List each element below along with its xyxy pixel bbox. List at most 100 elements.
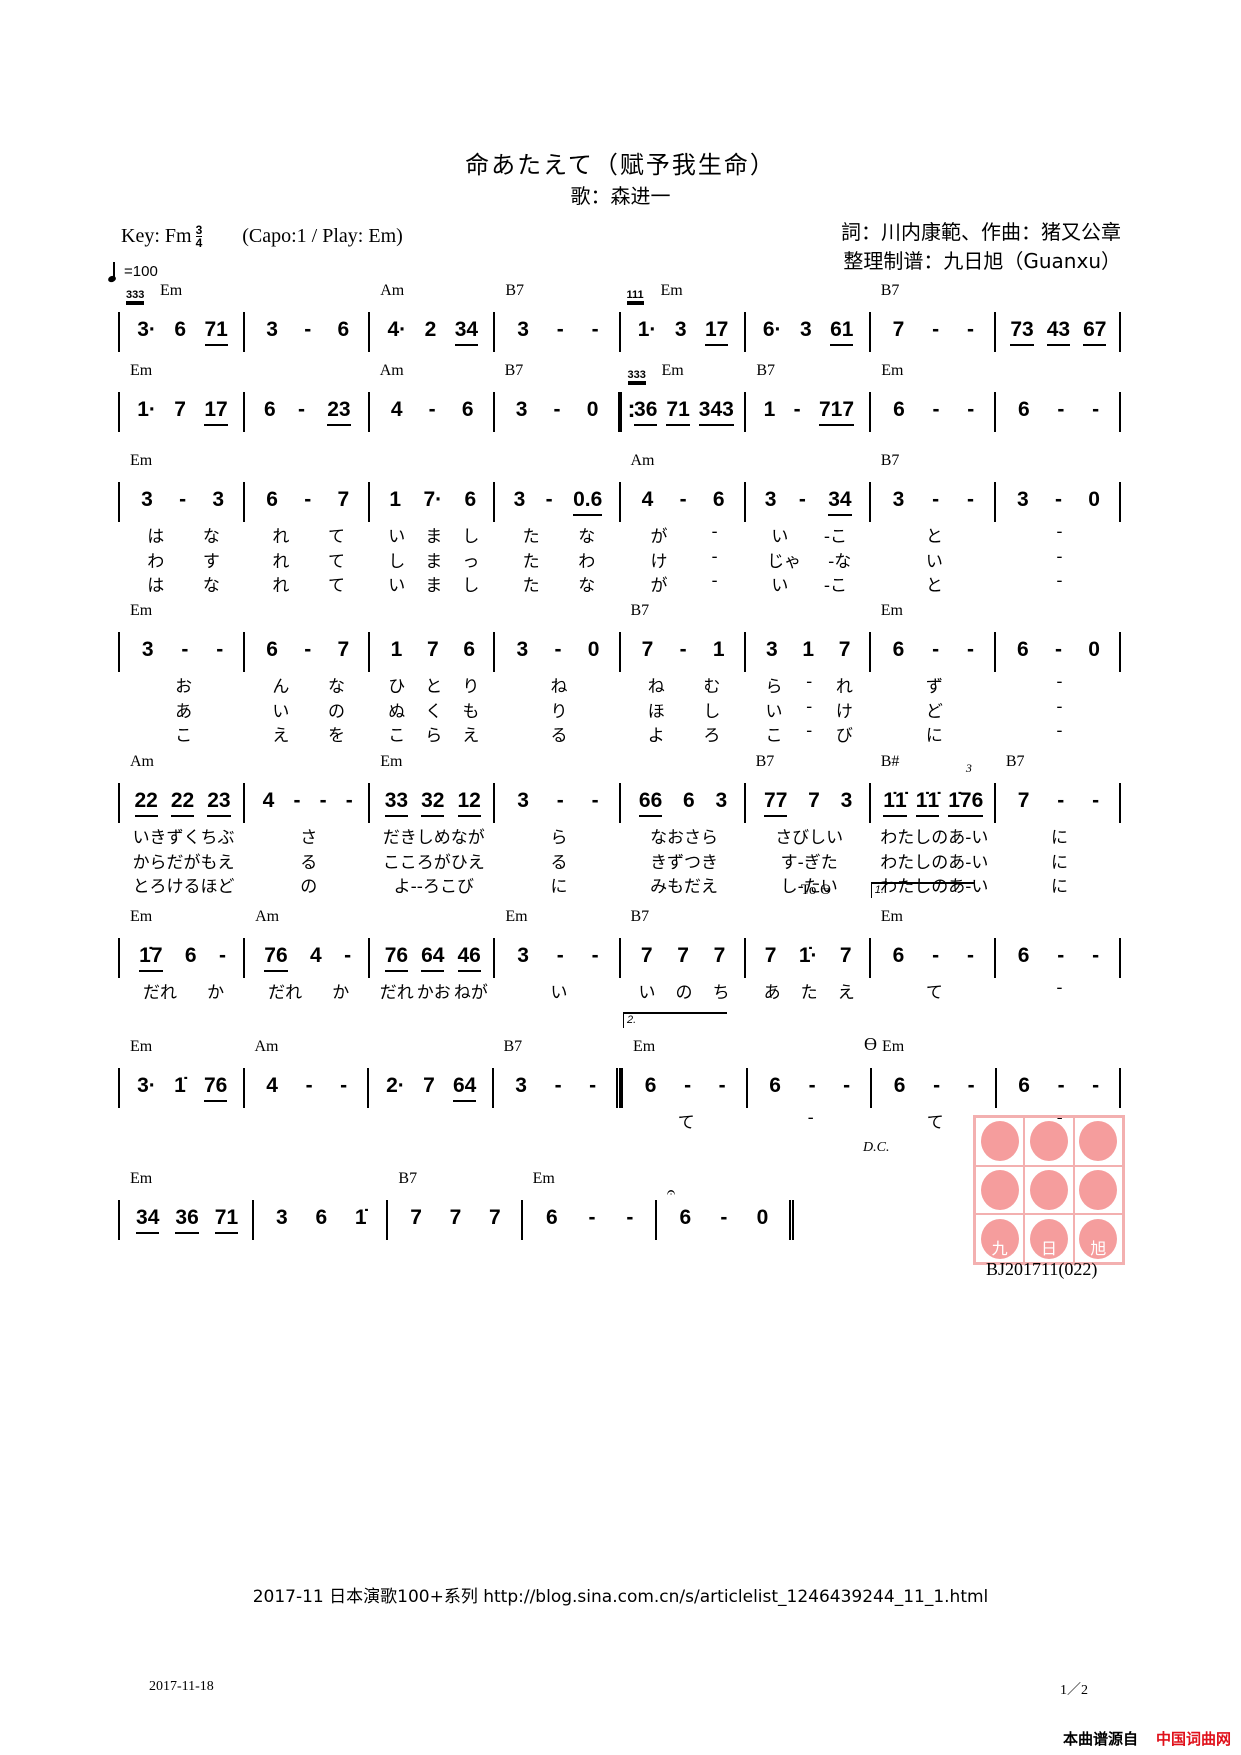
note-group: 6 - 0	[665, 1206, 783, 1232]
lyricist-composer: 詞：川内康範、作曲：猪又公章	[841, 220, 1121, 244]
note: 6	[266, 638, 278, 661]
note: 7	[892, 318, 905, 341]
lyric-syllable: な	[202, 576, 220, 596]
note: -	[966, 638, 974, 661]
lyric-line: こ-び	[754, 721, 865, 746]
lyric-line: -	[1004, 978, 1115, 998]
note-group: 22 22 23	[128, 789, 237, 817]
footer-series: 2017-11 日本演歌100+系列 http://blog.sina.com.…	[252, 1587, 989, 1607]
chord-label: Am	[130, 753, 154, 770]
note: 0.6	[573, 488, 603, 516]
lyric-syllable: え	[462, 726, 480, 746]
chord-label: B7	[630, 908, 650, 925]
note: -	[1054, 488, 1062, 511]
lyric-line: り	[503, 697, 614, 722]
note-group: 1̇1̇ 1̇1̇ 1̇76	[879, 789, 988, 817]
note: -	[933, 1074, 941, 1097]
measure: Em 3· 1̇ 76	[118, 1038, 243, 1108]
measure: Em 3-3 はなわすはな	[118, 452, 243, 596]
lyric-syllable: な	[327, 677, 345, 697]
note: 7	[640, 944, 653, 967]
note: -	[319, 789, 327, 812]
note: 6	[769, 1074, 781, 1097]
note: 3	[799, 318, 812, 341]
lyric-line: こらえ	[378, 721, 489, 746]
lyric-syllable: す	[202, 552, 220, 572]
measure: Em 6 - -	[520, 1170, 655, 1240]
chord-label: Am	[630, 452, 655, 469]
note: 6	[461, 398, 474, 421]
lyric-syllable: -	[806, 672, 813, 692]
lyric-syllable: に	[1050, 853, 1068, 873]
measure: Em 1̇7 6- だれ か	[118, 908, 243, 1003]
note: 4	[310, 944, 322, 967]
lyric-line: -	[1004, 721, 1115, 741]
note-group: 6 - 7	[253, 488, 362, 514]
lyric-syllable: い	[388, 527, 406, 547]
note: 6	[337, 318, 350, 341]
note: 6·	[762, 318, 782, 341]
tempo: =100	[113, 262, 158, 280]
lyric-syllable: て	[327, 552, 345, 572]
lyric-line: たな	[503, 571, 614, 596]
note: -	[1092, 789, 1100, 812]
note: 66	[638, 789, 663, 817]
lyric-line: に	[503, 872, 614, 897]
lyric-syllable: の	[300, 877, 318, 897]
note: -	[718, 1074, 726, 1097]
lyric-syllable: た	[522, 552, 540, 572]
chord-label: Em	[882, 1038, 905, 1055]
lyric-syllable: と	[925, 527, 943, 547]
measure: 6-7んないのえを	[243, 632, 368, 746]
note: 3	[515, 398, 528, 421]
note-group: 4 - -	[253, 1074, 362, 1100]
chord-label: Am	[380, 282, 405, 299]
note: 71	[204, 318, 228, 346]
note: -	[553, 398, 561, 421]
lyric-line: きずつき	[629, 848, 740, 873]
chord-label: Em	[661, 362, 684, 379]
note-group: 6 - -	[1004, 398, 1113, 424]
lyric-line: の	[253, 872, 364, 897]
measure: B7 3 - - といと	[868, 452, 994, 596]
chord-label: Em	[130, 362, 153, 379]
note: 6	[315, 1206, 328, 1229]
lyric-syllable: が	[650, 527, 668, 547]
note: 17	[204, 398, 228, 426]
lyric-syllable: ま	[425, 552, 443, 572]
note: 6	[1018, 1074, 1030, 1097]
note: 7	[808, 789, 820, 812]
note-group: 76 4-	[253, 944, 362, 972]
note: 1̇	[354, 1206, 367, 1229]
note-group: 3 - -	[879, 488, 988, 514]
chord-label: Am	[255, 908, 280, 925]
note: 0	[1088, 638, 1100, 661]
measure: B7 7 - -	[868, 282, 994, 352]
measure: Em 1· 7 17	[118, 362, 243, 432]
note: 3	[515, 1074, 527, 1097]
note: 3	[517, 318, 529, 341]
note: 4	[262, 789, 275, 812]
lyric-syllable: よ	[647, 726, 665, 746]
source-site[interactable]: 中国词曲网	[1156, 1730, 1231, 1748]
note-group: 77 7 3	[754, 789, 863, 817]
lyric-syllable: て	[925, 983, 943, 1003]
lyric-syllable: -	[806, 721, 813, 741]
note: 76	[204, 1074, 228, 1102]
lyric-line: よ--ろこび	[378, 872, 489, 897]
note: 0	[587, 638, 600, 661]
lyric-line: こころがひえ	[378, 848, 489, 873]
lyric-line: だれ か	[253, 978, 364, 1003]
measure: 3 - 6	[243, 312, 368, 352]
lyric-syllable: じゃ	[767, 552, 802, 572]
note: -	[966, 488, 974, 511]
note-group: 3 - -	[503, 318, 612, 344]
lyric-syllable: さびしい	[775, 828, 844, 848]
lyric-syllable: に	[550, 877, 568, 897]
lyric-line: ぬくも	[378, 697, 489, 722]
lyric-line: いきずくちぶ	[128, 823, 239, 848]
lyric-line: る	[503, 848, 614, 873]
measure: 6 - 0 - - -	[993, 632, 1121, 741]
lyric-syllable: か	[207, 983, 225, 1003]
note: 3·	[137, 318, 156, 341]
